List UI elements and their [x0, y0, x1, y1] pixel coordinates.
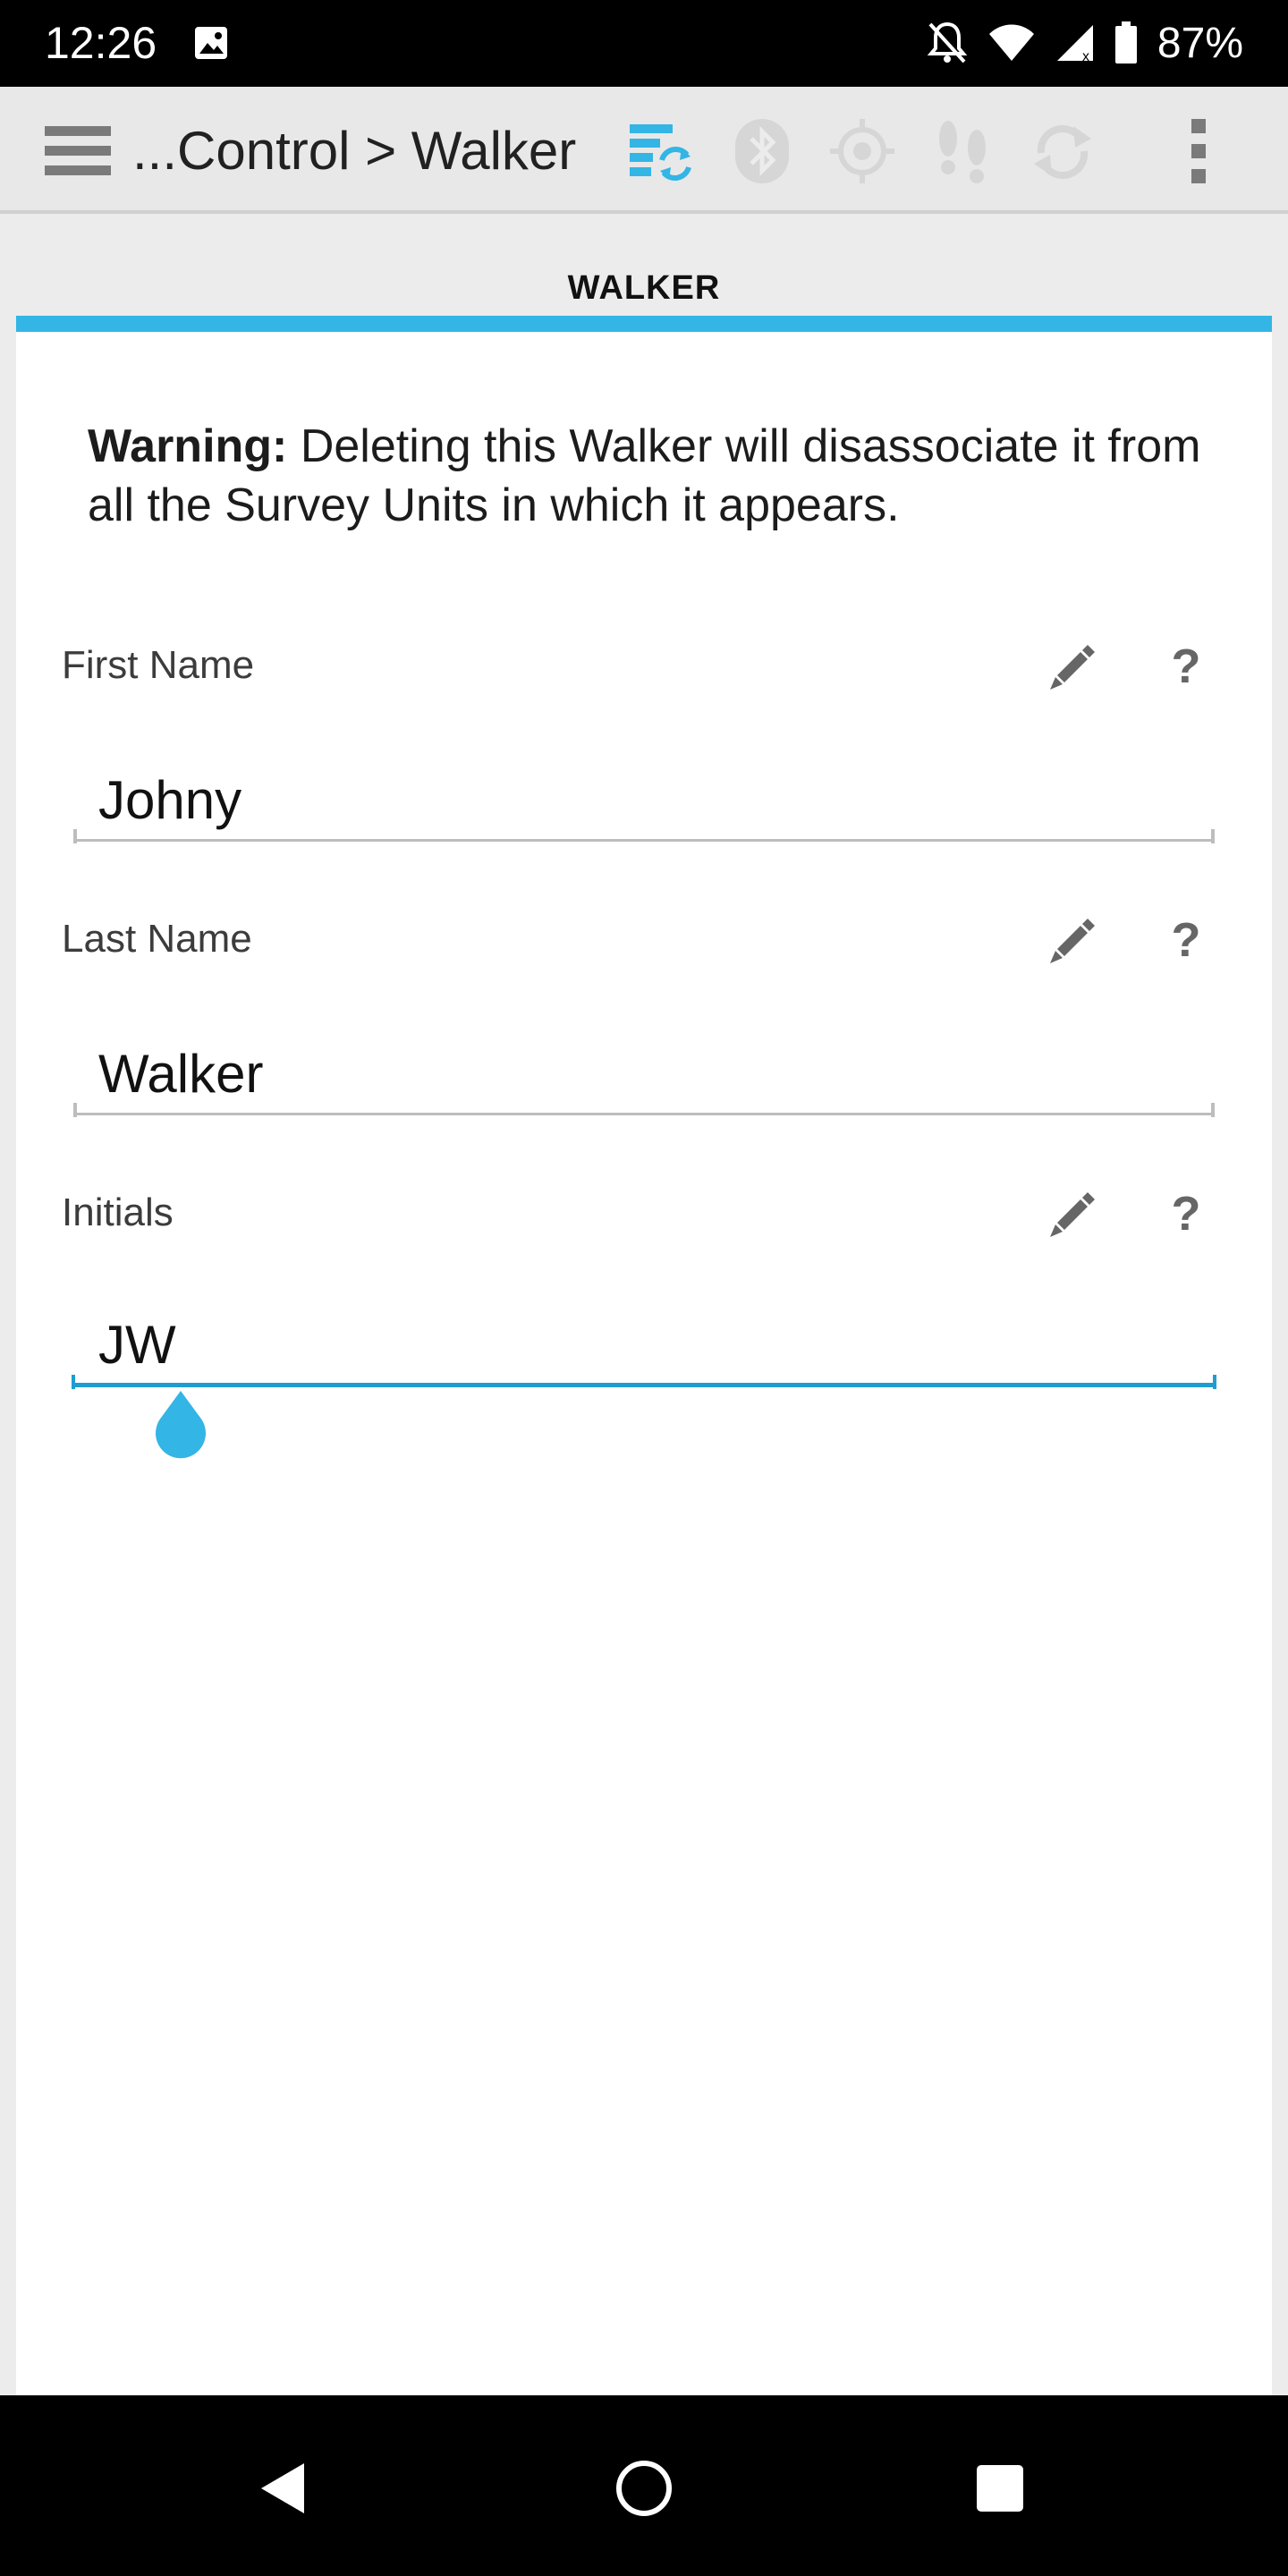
battery-percent: 87%	[1157, 19, 1243, 67]
tab-walker[interactable]: WALKER	[16, 217, 1272, 332]
signal-icon: x	[1056, 25, 1093, 63]
initials-input[interactable]	[73, 1307, 1215, 1387]
battery-icon	[1114, 21, 1137, 64]
form-card: Warning: Deleting this Walker will disas…	[16, 332, 1272, 2395]
first-name-label: First Name	[62, 643, 255, 687]
first-name-input[interactable]	[73, 761, 1215, 842]
text-cursor-handle[interactable]	[148, 1389, 213, 1464]
refresh-icon[interactable]	[1029, 117, 1097, 185]
app-toolbar: ...Control > Walker	[0, 87, 1288, 214]
footsteps-icon[interactable]	[928, 117, 996, 185]
breadcrumb[interactable]: ...Control > Walker	[132, 123, 576, 180]
tab-indicator	[16, 316, 1272, 332]
wifi-icon	[988, 24, 1034, 61]
menu-icon[interactable]	[45, 126, 111, 176]
last-name-label: Last Name	[62, 917, 252, 961]
input-edge-left	[73, 1103, 77, 1117]
warning-label: Warning:	[88, 420, 288, 472]
pencil-icon[interactable]	[1045, 1187, 1098, 1241]
bluetooth-icon[interactable]	[728, 117, 796, 185]
tab-walker-label: WALKER	[567, 269, 721, 307]
input-edge-right	[1211, 829, 1215, 843]
notifications-off-icon	[927, 21, 968, 64]
image-icon	[195, 27, 227, 59]
gps-icon[interactable]	[828, 117, 896, 185]
help-icon[interactable]: ?	[1159, 1187, 1213, 1241]
input-edge-right	[1213, 1375, 1216, 1389]
last-name-input[interactable]	[73, 1035, 1215, 1115]
help-icon[interactable]: ?	[1159, 640, 1213, 693]
input-edge-left	[73, 829, 77, 843]
pencil-icon[interactable]	[1045, 913, 1098, 967]
sync-icon[interactable]	[626, 117, 694, 185]
home-icon[interactable]	[608, 2453, 680, 2524]
recents-icon[interactable]	[964, 2453, 1036, 2524]
input-edge-right	[1211, 1103, 1215, 1117]
pencil-icon[interactable]	[1045, 640, 1098, 693]
help-icon[interactable]: ?	[1159, 913, 1213, 967]
status-bar: 12:26 x 87%	[0, 0, 1288, 87]
status-time: 12:26	[45, 18, 157, 68]
back-icon[interactable]	[247, 2453, 318, 2524]
svg-text:x: x	[1082, 49, 1089, 63]
initials-label: Initials	[62, 1191, 174, 1234]
input-edge-left	[72, 1375, 75, 1389]
overflow-menu-icon[interactable]	[1165, 117, 1233, 185]
navigation-bar	[0, 2395, 1288, 2576]
warning-message: Warning: Deleting this Walker will disas…	[88, 417, 1215, 535]
